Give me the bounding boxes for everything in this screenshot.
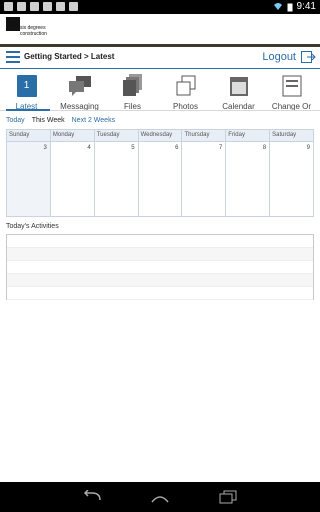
- logo: six degrees construction: [0, 14, 320, 44]
- list-item: [7, 287, 313, 300]
- tab-photos[interactable]: Photos: [159, 70, 212, 111]
- day-cell[interactable]: 6: [139, 142, 183, 216]
- weekday-label: Friday: [226, 130, 271, 141]
- tab-messaging[interactable]: Messaging: [53, 70, 106, 111]
- filter-next-2-weeks[interactable]: Next 2 Weeks: [72, 117, 115, 124]
- logo-mark-icon: [6, 17, 20, 31]
- list-item: [7, 261, 313, 274]
- day-cell[interactable]: 9: [270, 142, 313, 216]
- chat-icon: [68, 76, 91, 96]
- clock: 9:41: [296, 1, 316, 12]
- day-cell[interactable]: 4: [51, 142, 95, 216]
- change-order-icon: [282, 75, 301, 97]
- activities-list: [6, 234, 314, 300]
- photos-icon: [176, 75, 195, 96]
- week-days: 3 4 5 6 7 8 9: [6, 142, 314, 217]
- notification-icon: [69, 2, 78, 11]
- weekday-label: Thursday: [182, 130, 227, 141]
- wifi-icon: [273, 3, 282, 10]
- filter-this-week[interactable]: This Week: [32, 117, 65, 124]
- back-icon[interactable]: [82, 490, 102, 504]
- logout-icon[interactable]: [300, 49, 316, 65]
- tab-latest[interactable]: 1 Latest: [0, 70, 53, 111]
- logo-text: six degrees construction: [20, 25, 47, 37]
- weekday-label: Saturday: [272, 132, 297, 138]
- top-nav: Getting Started > Latest Logout: [0, 47, 320, 67]
- date-filters: Today This Week Next 2 Weeks: [6, 117, 115, 124]
- list-item: [7, 235, 313, 248]
- tab-files[interactable]: Files: [106, 70, 159, 111]
- files-icon: [122, 74, 142, 96]
- day-cell[interactable]: 8: [226, 142, 271, 216]
- list-item: [7, 274, 313, 287]
- tab-change-orders[interactable]: Change Or: [265, 70, 318, 111]
- weekday-header: Sunday Monday Tuesday Wednesday Thursday…: [6, 129, 314, 142]
- weekday-label: Tuesday: [95, 130, 139, 141]
- weekday-label: Sunday: [7, 130, 51, 141]
- day-cell[interactable]: 7: [182, 142, 227, 216]
- home-icon[interactable]: [150, 490, 170, 504]
- battery-icon: [287, 3, 293, 11]
- status-bar: 9:41: [0, 0, 320, 14]
- list-item: [7, 248, 313, 261]
- filter-today[interactable]: Today: [6, 117, 25, 124]
- weekday-label: Wednesday: [139, 130, 183, 141]
- calendar-icon: [229, 77, 248, 96]
- system-nav-bar: [0, 482, 320, 512]
- day-cell[interactable]: 5: [95, 142, 139, 216]
- active-tab-indicator: [6, 109, 50, 111]
- menu-icon[interactable]: [6, 51, 20, 63]
- day-cell[interactable]: 3: [7, 142, 51, 216]
- notification-icon: [4, 2, 13, 11]
- calendar-day-icon: 1: [16, 75, 37, 97]
- weekday-label: Monday: [51, 130, 95, 141]
- week-calendar: Sunday Monday Tuesday Wednesday Thursday…: [6, 129, 314, 217]
- notification-icon: [17, 2, 26, 11]
- tab-calendar[interactable]: Calendar: [212, 70, 265, 111]
- breadcrumb: Getting Started > Latest: [24, 52, 115, 61]
- notification-icon: [56, 2, 65, 11]
- notification-icon: [30, 2, 39, 11]
- recents-icon[interactable]: [218, 490, 238, 504]
- divider: [0, 68, 320, 69]
- notification-icon: [43, 2, 52, 11]
- section-title: Today's Activities: [6, 223, 59, 230]
- logo-line2: construction: [20, 31, 47, 37]
- logout-button[interactable]: Logout: [262, 51, 296, 63]
- tab-bar: 1 Latest Messaging Files Photos Calendar…: [0, 70, 320, 111]
